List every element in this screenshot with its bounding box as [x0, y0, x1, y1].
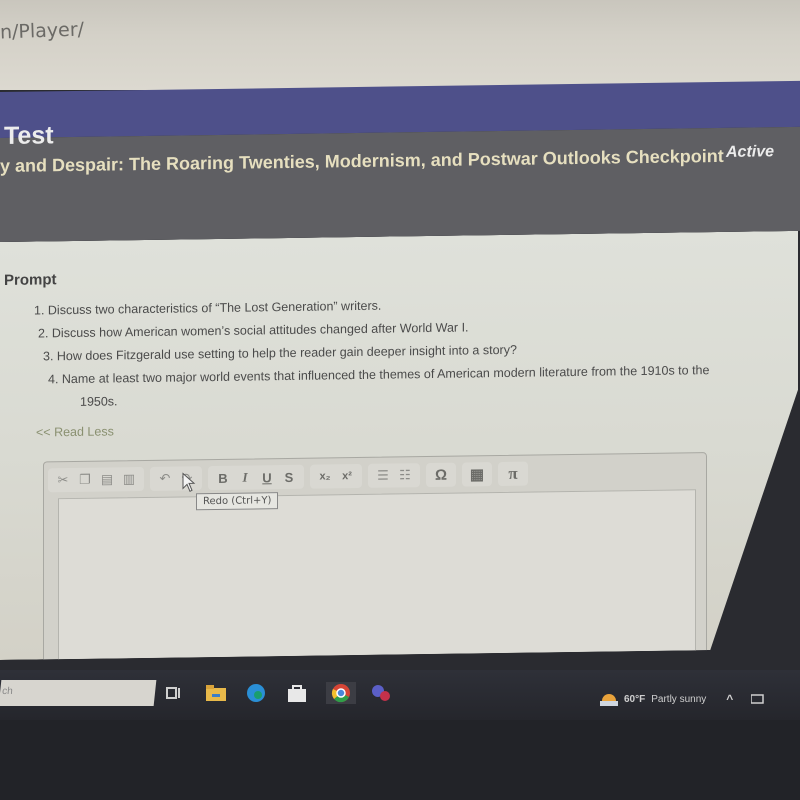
taskbar-search-box[interactable]: ch	[0, 680, 157, 706]
windows-taskbar: ch 60°F Partly sunny ^	[0, 670, 800, 720]
weather-temperature: 60°F	[624, 693, 646, 705]
superscript-button[interactable]: x²	[338, 467, 356, 485]
subscript-button[interactable]: x₂	[316, 467, 334, 485]
network-icon[interactable]	[751, 694, 765, 704]
page-title: Test	[4, 121, 54, 150]
editor-text-area[interactable]	[58, 489, 696, 662]
undo-icon[interactable]: ↶	[156, 470, 174, 488]
strikethrough-button[interactable]: S	[280, 468, 298, 486]
table-icon[interactable]: ▦	[468, 465, 486, 483]
paste-text-icon[interactable]: ▥	[120, 470, 138, 488]
store-icon[interactable]	[286, 682, 308, 704]
page: Test y and Despair: The Roaring Twenties…	[0, 69, 800, 660]
copy-icon[interactable]: ❐	[76, 471, 94, 489]
activity-title: y and Despair: The Roaring Twenties, Mod…	[0, 145, 724, 176]
underline-button[interactable]: U	[258, 468, 276, 486]
read-less-link[interactable]: << Read Less	[36, 424, 114, 439]
chrome-icon[interactable]	[326, 682, 356, 704]
cut-icon[interactable]: ✂	[54, 471, 72, 489]
prompt-list: 1. Discuss two characteristics of “The L…	[34, 290, 709, 414]
pi-icon[interactable]: π	[504, 465, 522, 483]
search-placeholder: ch	[1, 686, 14, 697]
italic-button[interactable]: I	[236, 468, 254, 486]
file-explorer-icon[interactable]	[205, 682, 227, 704]
script-group: x₂ x²	[310, 464, 362, 489]
format-group: B I U S	[208, 465, 304, 490]
list-group: ☰ ☷	[368, 463, 420, 488]
weather-description: Partly sunny	[651, 693, 707, 705]
omega-icon[interactable]: Ω	[432, 466, 450, 484]
status-badge: Active	[726, 143, 775, 161]
special-char-group: Ω	[426, 463, 456, 487]
rich-text-editor[interactable]: ✂ ❐ ▤ ▥ ↶ ↷ B I U S x₂ x²	[43, 452, 707, 663]
paste-icon[interactable]: ▤	[98, 470, 116, 488]
table-group: ▦	[462, 462, 492, 486]
task-view-icon[interactable]	[162, 682, 184, 704]
teams-icon[interactable]	[370, 682, 392, 704]
mouse-cursor-icon	[182, 472, 196, 492]
tray-chevron-icon[interactable]: ^	[726, 692, 733, 706]
redo-tooltip: Redo (Ctrl+Y)	[196, 492, 278, 510]
math-group: π	[498, 462, 528, 486]
partly-sunny-icon	[600, 694, 618, 706]
bold-button[interactable]: B	[214, 469, 232, 487]
weather-widget[interactable]: 60°F Partly sunny ^	[600, 692, 765, 706]
bulleted-list-icon[interactable]: ☷	[396, 466, 414, 484]
clipboard-group: ✂ ❐ ▤ ▥	[48, 467, 144, 492]
editor-toolbar: ✂ ❐ ▤ ▥ ↶ ↷ B I U S x₂ x²	[48, 462, 528, 493]
monitor-bezel	[0, 720, 800, 800]
edge-browser-icon[interactable]	[245, 682, 267, 704]
test-header: Test y and Despair: The Roaring Twenties…	[0, 121, 800, 242]
numbered-list-icon[interactable]: ☰	[374, 467, 392, 485]
address-url[interactable]: n/Player/	[0, 19, 84, 44]
prompt-heading: Prompt	[4, 271, 57, 289]
content-area: Prompt 1. Discuss two characteristics of…	[0, 231, 798, 660]
